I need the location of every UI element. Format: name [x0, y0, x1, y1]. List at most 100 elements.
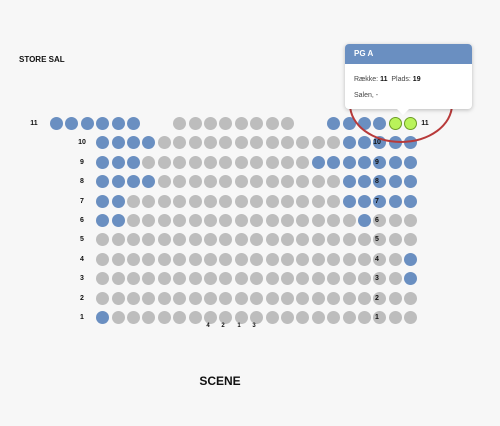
seat[interactable]	[204, 214, 217, 227]
seat[interactable]	[204, 252, 217, 266]
seat[interactable]	[296, 233, 310, 247]
seat[interactable]	[142, 214, 156, 227]
seat[interactable]	[96, 214, 110, 227]
seat[interactable]	[388, 194, 402, 208]
seat[interactable]	[96, 311, 110, 324]
seat[interactable]	[404, 311, 418, 324]
seat[interactable]	[250, 117, 264, 130]
seat[interactable]	[281, 214, 294, 227]
seat[interactable]	[342, 233, 356, 247]
seat[interactable]	[388, 291, 402, 305]
seat[interactable]	[296, 272, 310, 286]
seat[interactable]	[327, 175, 341, 189]
seat[interactable]	[404, 291, 418, 305]
seat[interactable]	[265, 175, 279, 189]
seat[interactable]	[342, 272, 356, 286]
seat[interactable]	[250, 272, 264, 286]
seat[interactable]	[142, 291, 156, 305]
seat[interactable]	[188, 252, 202, 266]
seat[interactable]	[404, 194, 418, 208]
seat[interactable]	[173, 194, 187, 208]
seat[interactable]	[327, 252, 341, 266]
seat[interactable]	[219, 291, 233, 305]
seat[interactable]	[80, 117, 94, 130]
seat[interactable]	[296, 175, 310, 189]
seat[interactable]	[404, 252, 418, 266]
seat[interactable]	[127, 252, 140, 266]
seat[interactable]	[204, 291, 217, 305]
seat[interactable]	[342, 291, 356, 305]
seat[interactable]	[327, 233, 341, 247]
seat[interactable]	[142, 175, 156, 189]
seat[interactable]	[234, 155, 248, 169]
seat[interactable]	[157, 194, 171, 208]
seat[interactable]	[111, 311, 125, 324]
seat[interactable]	[250, 194, 264, 208]
seat[interactable]	[127, 272, 140, 286]
seat[interactable]	[204, 233, 217, 247]
seat[interactable]	[173, 136, 187, 150]
seat[interactable]	[342, 252, 356, 266]
seat[interactable]	[157, 272, 171, 286]
seat[interactable]	[327, 272, 341, 286]
seat[interactable]	[265, 233, 279, 247]
seat[interactable]	[96, 233, 110, 247]
seat[interactable]	[388, 311, 402, 324]
seat[interactable]	[265, 155, 279, 169]
seat[interactable]	[281, 155, 294, 169]
seat[interactable]	[388, 233, 402, 247]
seat[interactable]	[311, 155, 325, 169]
seat[interactable]	[219, 252, 233, 266]
seat[interactable]	[127, 117, 140, 130]
seat[interactable]	[250, 291, 264, 305]
seat[interactable]	[311, 252, 325, 266]
seat[interactable]	[327, 194, 341, 208]
seat[interactable]	[188, 311, 202, 324]
seat[interactable]	[404, 272, 418, 286]
seat[interactable]	[50, 117, 63, 130]
seat[interactable]	[388, 175, 402, 189]
seat[interactable]	[127, 291, 140, 305]
seat[interactable]	[188, 272, 202, 286]
seat[interactable]	[265, 117, 279, 130]
seat[interactable]	[296, 252, 310, 266]
seat[interactable]	[342, 311, 356, 324]
seat[interactable]	[327, 214, 341, 227]
seat[interactable]	[311, 214, 325, 227]
seat[interactable]	[388, 252, 402, 266]
seat[interactable]	[96, 291, 110, 305]
seat[interactable]	[219, 136, 233, 150]
seat[interactable]	[157, 311, 171, 324]
seat[interactable]	[296, 311, 310, 324]
seat[interactable]	[96, 175, 110, 189]
seat[interactable]	[327, 311, 341, 324]
seat[interactable]	[188, 194, 202, 208]
seat[interactable]	[188, 214, 202, 227]
seat[interactable]	[127, 155, 140, 169]
seat[interactable]	[157, 214, 171, 227]
seat[interactable]	[96, 155, 110, 169]
seat[interactable]	[234, 291, 248, 305]
seat[interactable]	[388, 214, 402, 227]
seat[interactable]	[204, 136, 217, 150]
seat[interactable]	[111, 214, 125, 227]
seat[interactable]	[219, 233, 233, 247]
seat[interactable]	[250, 136, 264, 150]
seat[interactable]	[157, 252, 171, 266]
seat[interactable]	[173, 214, 187, 227]
seat[interactable]	[111, 175, 125, 189]
seat[interactable]	[281, 117, 294, 130]
seat[interactable]	[265, 194, 279, 208]
seat[interactable]	[234, 233, 248, 247]
seat[interactable]	[188, 155, 202, 169]
seat[interactable]	[404, 214, 418, 227]
seat[interactable]	[311, 291, 325, 305]
seat[interactable]	[127, 311, 140, 324]
seat[interactable]	[173, 291, 187, 305]
seat[interactable]	[404, 155, 418, 169]
seat[interactable]	[250, 252, 264, 266]
seat[interactable]	[157, 233, 171, 247]
seat[interactable]	[342, 194, 356, 208]
seat[interactable]	[188, 233, 202, 247]
seat[interactable]	[142, 155, 156, 169]
